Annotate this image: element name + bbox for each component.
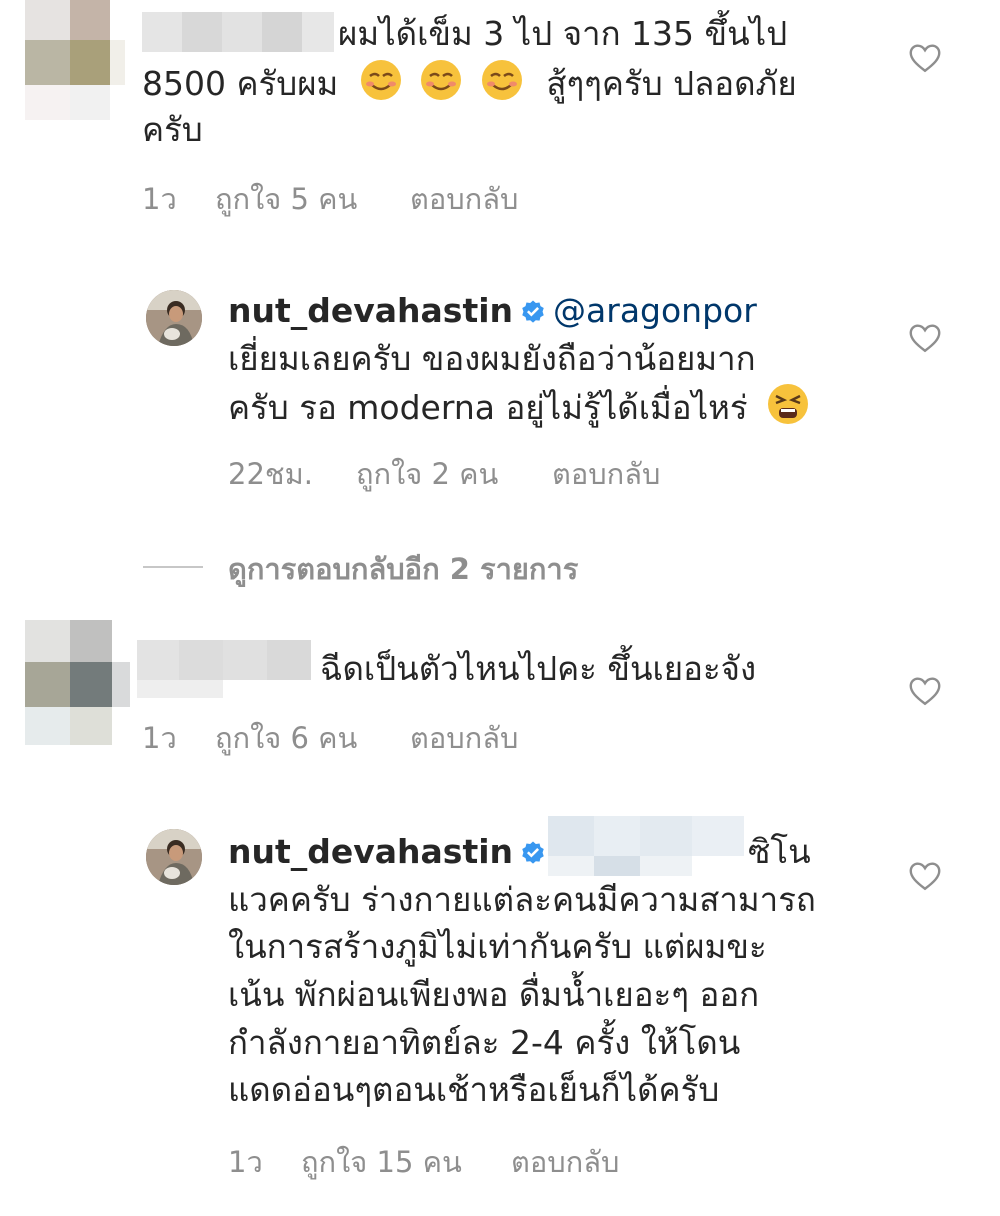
username-link[interactable]: nut_devahastin bbox=[228, 832, 513, 871]
comment-text-line: ในการสร้างภูมิไม่เท่ากันครับ แต่ผมขะ bbox=[228, 927, 767, 966]
reply-button[interactable]: ตอบกลับ bbox=[552, 451, 660, 497]
comment-text-line: 8500 ครับผม สู้ๆๆครับ ปลอดภัย bbox=[142, 58, 797, 107]
comment-text-line: แวคครับ ร่างกายแต่ละคนมีความสามารถ bbox=[228, 880, 816, 919]
comment-text-part: ซิโน bbox=[748, 832, 811, 871]
comment-text-line: ผมได้เข็ม 3 ไป จาก 135 ขึ้นไป bbox=[338, 14, 788, 53]
avatar-photo-icon bbox=[146, 290, 202, 346]
comment-text-part: สู้ๆๆครับ ปลอดภัย bbox=[546, 64, 797, 103]
reply-header: nut_devahastin bbox=[228, 828, 553, 875]
comment-text-line: เน้น พักผ่อนเพียงพอ ดื่มน้ำเยอะๆ ออก bbox=[228, 975, 760, 1014]
like-count-button[interactable]: ถูกใจ 5 คน bbox=[215, 176, 410, 222]
reply-button[interactable]: ตอบกลับ bbox=[410, 715, 518, 761]
comment-time: 1ว bbox=[228, 1145, 263, 1179]
username-link[interactable]: nut_devahastin bbox=[228, 291, 513, 330]
comment-time: 1ว bbox=[142, 182, 177, 216]
heart-icon[interactable] bbox=[907, 320, 943, 356]
mention-blurred[interactable] bbox=[548, 816, 744, 876]
verified-badge-icon bbox=[522, 300, 544, 323]
comment-text-line: แดดอ่อนๆตอนเช้าหรือเย็นก็ได้ครับ bbox=[228, 1070, 720, 1109]
like-count-button[interactable]: ถูกใจ 2 คน bbox=[356, 451, 552, 497]
avatar[interactable] bbox=[146, 829, 202, 885]
comment-time: 22ชม. bbox=[228, 457, 313, 491]
heart-icon[interactable] bbox=[907, 40, 943, 76]
smiling-face-emoji bbox=[421, 60, 462, 100]
comment-text-line: กำลังกายอาทิตย์ละ 2-4 ครั้ง ให้โดน bbox=[228, 1023, 741, 1062]
avatar-blurred[interactable] bbox=[25, 620, 130, 745]
heart-icon[interactable] bbox=[907, 858, 943, 894]
reply-header: nut_devahastin @aragonpor bbox=[228, 287, 757, 334]
avatar-photo-icon bbox=[146, 829, 202, 885]
avatar[interactable] bbox=[146, 290, 202, 346]
comment-meta: 1ว ถูกใจ 15 คน ตอบกลับ bbox=[228, 1139, 619, 1185]
heart-icon[interactable] bbox=[907, 673, 943, 709]
reply-button[interactable]: ตอบกลับ bbox=[511, 1139, 619, 1185]
reply-button[interactable]: ตอบกลับ bbox=[410, 176, 518, 222]
comment-text-line: ครับ รอ moderna อยู่ไม่รู้ได้เมื่อไหร่ bbox=[228, 382, 810, 431]
comment-time: 1ว bbox=[142, 721, 177, 755]
comment-text-line: ครับ bbox=[142, 110, 203, 149]
comment-text-line: ฉีดเป็นตัวไหนไปคะ ขึ้นเยอะจัง bbox=[320, 649, 757, 688]
like-count-button[interactable]: ถูกใจ 6 คน bbox=[215, 715, 410, 761]
comment-text-part: 8500 ครับผม bbox=[142, 64, 339, 103]
verified-badge-icon bbox=[522, 841, 544, 864]
tired-face-emoji bbox=[768, 384, 809, 424]
comment-meta: 22ชม. ถูกใจ 2 คน ตอบกลับ bbox=[228, 451, 660, 497]
divider-line bbox=[143, 566, 203, 568]
comment-text-part: ครับ รอ moderna อยู่ไม่รู้ได้เมื่อไหร่ bbox=[228, 388, 748, 427]
username-blurred[interactable] bbox=[142, 12, 334, 52]
like-count-button[interactable]: ถูกใจ 15 คน bbox=[301, 1139, 511, 1185]
comment-meta: 1ว ถูกใจ 5 คน ตอบกลับ bbox=[142, 176, 518, 222]
comment-meta: 1ว ถูกใจ 6 คน ตอบกลับ bbox=[142, 715, 518, 761]
mention-link[interactable]: @aragonpor bbox=[553, 291, 757, 330]
avatar-blurred[interactable] bbox=[25, 0, 125, 120]
smiling-face-emoji bbox=[360, 60, 401, 100]
view-more-label[interactable]: ดูการตอบกลับอีก 2 รายการ bbox=[228, 546, 578, 592]
username-blurred[interactable] bbox=[137, 640, 311, 698]
smiling-face-emoji bbox=[481, 60, 522, 100]
comment-text-line: เยี่ยมเลยครับ ของผมยังถือว่าน้อยมาก bbox=[228, 339, 756, 378]
